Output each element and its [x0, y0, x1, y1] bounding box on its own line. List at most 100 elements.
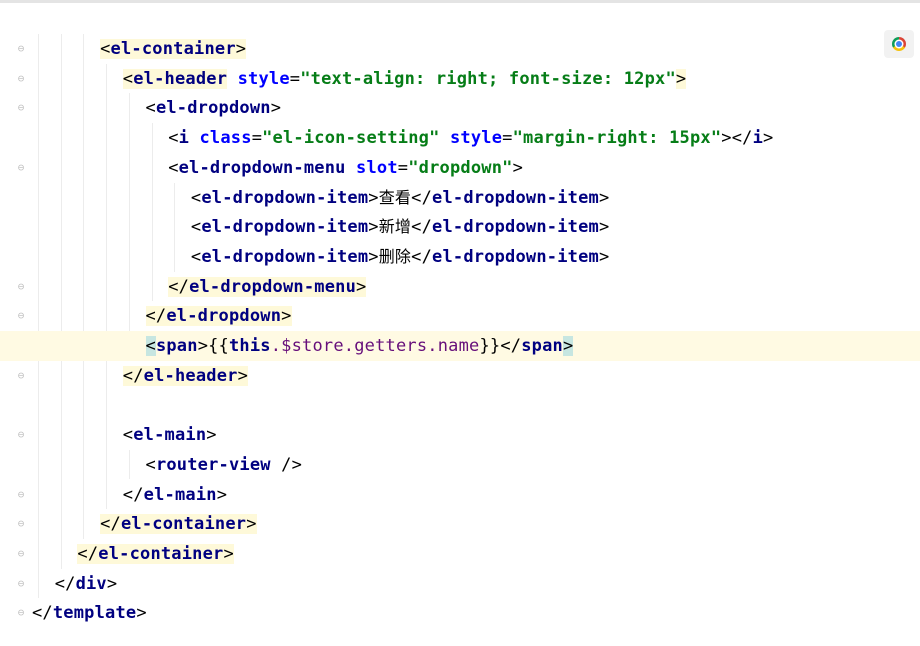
code-token: }}	[479, 336, 501, 356]
code-token: <	[190, 246, 202, 267]
code-token: >	[598, 187, 610, 208]
code-token: "el-icon-setting"	[262, 128, 440, 149]
code-line-content: <router-view />	[146, 450, 303, 480]
code-token: 查看	[378, 187, 412, 207]
code-token: </	[500, 336, 522, 356]
code-line-content: <el-main>	[123, 420, 217, 450]
code-token: 删除	[378, 246, 412, 266]
code-token: el-header	[133, 68, 228, 89]
code-token: span	[155, 336, 198, 356]
code-token: template	[52, 603, 137, 624]
code-token: span	[521, 336, 563, 356]
code-token: class	[199, 128, 252, 149]
chrome-icon-center	[896, 41, 902, 47]
code-editor[interactable]: { "editor": { "lines": [ {"indent": 4, "…	[0, 0, 920, 646]
code-token: />	[270, 454, 303, 475]
fold-marker-icon[interactable]: ⊖	[15, 161, 27, 174]
code-token: el-dropdown-item	[201, 246, 369, 267]
code-line-content: <el-dropdown-menu slot="dropdown">	[168, 153, 523, 183]
code-line-content: </el-dropdown-menu>	[168, 272, 367, 302]
code-line-content: <el-header style="text-align: right; fon…	[122, 64, 687, 94]
code-token: el-dropdown-menu	[178, 157, 346, 178]
fold-marker-icon[interactable]: ⊖	[15, 310, 27, 322]
fold-marker-icon[interactable]: ⊖	[15, 488, 27, 501]
code-token: </	[411, 187, 433, 208]
code-token: el-header	[143, 365, 238, 386]
code-token: <	[190, 217, 202, 238]
fold-marker-icon[interactable]: ⊖	[15, 577, 27, 590]
code-token: <	[190, 187, 202, 208]
fold-marker-icon[interactable]: ⊖	[15, 429, 27, 441]
code-token: <	[145, 454, 156, 475]
code-token: <	[145, 98, 156, 119]
code-token: el-container	[120, 514, 247, 535]
code-token: el-main	[133, 425, 207, 446]
code-token: <	[122, 425, 134, 446]
fold-marker-icon[interactable]: ⊖	[15, 607, 27, 619]
fold-marker-icon[interactable]: ⊖	[15, 518, 27, 530]
code-token: </	[145, 306, 167, 327]
code-token: el-dropdown	[166, 306, 282, 327]
fold-marker-icon[interactable]: ⊖	[15, 369, 27, 382]
code-token: el-dropdown-item	[201, 217, 369, 238]
fold-marker-icon[interactable]: ⊖	[15, 547, 27, 560]
code-token: <	[145, 336, 156, 356]
code-token: >	[281, 306, 292, 327]
fold-marker-icon[interactable]: ⊖	[15, 102, 27, 114]
code-token: =	[397, 157, 409, 178]
code-token: </	[411, 217, 433, 238]
code-token: >	[197, 336, 209, 356]
code-token: >	[598, 246, 610, 267]
code-token: >	[368, 217, 379, 238]
code-token: .$store.getters.name	[270, 336, 480, 356]
code-token: style	[449, 128, 503, 149]
code-token: >	[763, 128, 774, 149]
code-token: </	[100, 514, 121, 535]
fold-marker-icon[interactable]: ⊖	[15, 72, 27, 85]
code-line-content: <el-container>	[100, 34, 247, 64]
code-line-content: <span>{{this.$store.getters.name}}</span…	[145, 331, 574, 361]
code-line-current[interactable]: <span>{{this.$store.getters.name}}</span…	[0, 331, 920, 361]
indent-guide	[83, 34, 85, 539]
code-token: </	[122, 365, 144, 386]
code-token: >	[237, 365, 249, 386]
fold-marker-icon[interactable]: ⊖	[15, 43, 27, 55]
code-token: "text-align: right; font-size: 12px"	[300, 68, 676, 89]
indent-guide	[106, 63, 108, 510]
code-token: >	[106, 573, 118, 594]
code-token: style	[237, 68, 290, 89]
code-token: i	[752, 128, 764, 149]
code-token: el-dropdown-item	[432, 246, 599, 267]
code-token: ></	[721, 128, 753, 149]
code-token: <	[122, 68, 134, 89]
code-line-content: <el-dropdown-item>查看</el-dropdown-item>	[191, 183, 610, 213]
code-line-content: </el-header>	[122, 361, 249, 391]
code-line-content: </el-dropdown>	[145, 301, 292, 331]
code-token: >	[223, 543, 234, 564]
fold-marker-icon[interactable]: ⊖	[15, 280, 27, 293]
indent-guide	[38, 34, 39, 599]
code-token: <	[168, 128, 179, 149]
code-token: >	[235, 39, 247, 59]
code-line-content: </template>	[32, 598, 147, 628]
code-line-content: </el-container>	[77, 539, 234, 569]
code-line-content: <el-dropdown-item>新增</el-dropdown-item>	[191, 212, 610, 242]
code-token: =	[289, 68, 301, 89]
code-token: </	[122, 484, 144, 505]
code-token: router-view	[155, 454, 271, 475]
code-line-content: <el-dropdown>	[146, 93, 282, 123]
code-token: i	[178, 128, 190, 149]
code-token: >	[512, 157, 524, 178]
indent-guide	[128, 449, 130, 480]
code-token: <	[168, 157, 179, 178]
code-token: 新增	[378, 217, 412, 237]
code-token: >	[246, 514, 257, 535]
code-token: el-dropdown	[155, 98, 271, 119]
code-token: >	[216, 484, 228, 505]
editor-top-border	[0, 0, 920, 3]
open-in-browser-button[interactable]	[884, 30, 914, 58]
code-token: <	[100, 39, 111, 59]
